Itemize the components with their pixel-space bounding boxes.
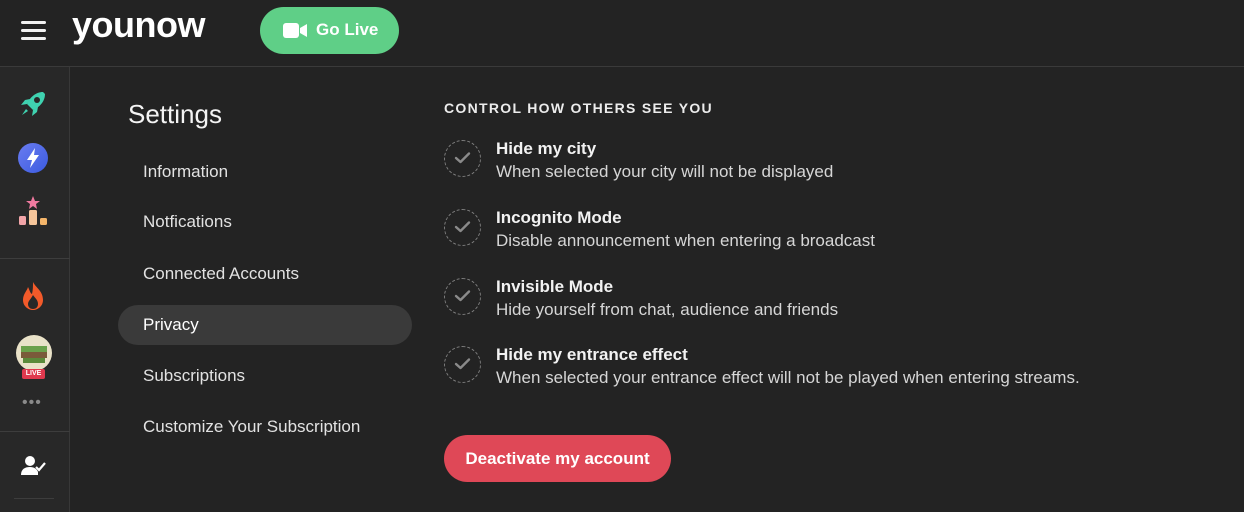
rocket-icon[interactable] [16, 87, 50, 121]
more-dots-icon[interactable]: ••• [22, 395, 42, 411]
deactivate-account-button[interactable]: Deactivate my account [444, 435, 671, 482]
left-rail: LIVE ••• [0, 67, 70, 512]
checkbox[interactable] [444, 140, 481, 177]
lightning-icon[interactable] [16, 141, 50, 175]
option-description: When selected your city will not be disp… [496, 162, 834, 181]
settings-title: Settings [128, 99, 222, 129]
nav-label: Notfications [143, 212, 232, 231]
check-icon [454, 152, 471, 164]
check-icon [454, 290, 471, 302]
video-camera-icon [283, 23, 307, 38]
nav-label: Privacy [143, 315, 199, 334]
option-hide-entrance-effect[interactable]: Hide my entrance effect When selected yo… [444, 345, 1144, 395]
option-invisible-mode[interactable]: Invisible Mode Hide yourself from chat, … [444, 277, 1144, 327]
leaderboard-icon[interactable] [16, 194, 50, 228]
nav-label: Subscriptions [143, 366, 246, 385]
option-hide-city[interactable]: Hide my city When selected your city wil… [444, 139, 1144, 189]
nav-customize-subscription[interactable]: Customize Your Subscription [118, 407, 412, 447]
nav-label: Information [143, 162, 229, 181]
nav-connected-accounts[interactable]: Connected Accounts [118, 254, 412, 294]
nav-privacy[interactable]: Privacy [118, 305, 412, 345]
option-description: Hide yourself from chat, audience and fr… [496, 300, 839, 319]
user-check-icon[interactable] [20, 453, 46, 479]
section-title: CONTROL HOW OTHERS SEE YOU [444, 100, 713, 116]
fire-icon[interactable] [16, 279, 50, 313]
option-description: Disable announcement when entering a bro… [496, 231, 875, 250]
rail-divider [0, 431, 70, 432]
option-description: When selected your entrance effect will … [496, 368, 1080, 387]
option-title: Hide my entrance effect [496, 345, 688, 364]
option-title: Hide my city [496, 139, 597, 158]
check-icon [454, 358, 471, 370]
rail-divider [14, 498, 54, 499]
go-live-label: Go Live [316, 20, 379, 39]
check-icon [454, 221, 471, 233]
option-incognito-mode[interactable]: Incognito Mode Disable announcement when… [444, 208, 1144, 258]
go-live-button[interactable]: Go Live [260, 7, 399, 54]
option-title: Invisible Mode [496, 277, 614, 296]
avatar[interactable] [15, 334, 53, 372]
younow-logo[interactable]: younow [72, 4, 205, 46]
checkbox[interactable] [444, 346, 481, 383]
rail-divider [0, 258, 70, 259]
nav-information[interactable]: Information [118, 152, 412, 192]
checkbox[interactable] [444, 209, 481, 246]
nav-label: Connected Accounts [143, 264, 299, 283]
live-badge: LIVE [22, 369, 45, 379]
nav-notifications[interactable]: Notfications [118, 202, 412, 242]
top-bar: younow Go Live [0, 0, 1244, 67]
nav-subscriptions[interactable]: Subscriptions [118, 356, 412, 396]
deactivate-label: Deactivate my account [465, 449, 650, 468]
nav-label: Customize Your Subscription [143, 417, 361, 436]
checkbox[interactable] [444, 278, 481, 315]
hamburger-icon[interactable] [21, 21, 46, 41]
option-title: Incognito Mode [496, 208, 622, 227]
